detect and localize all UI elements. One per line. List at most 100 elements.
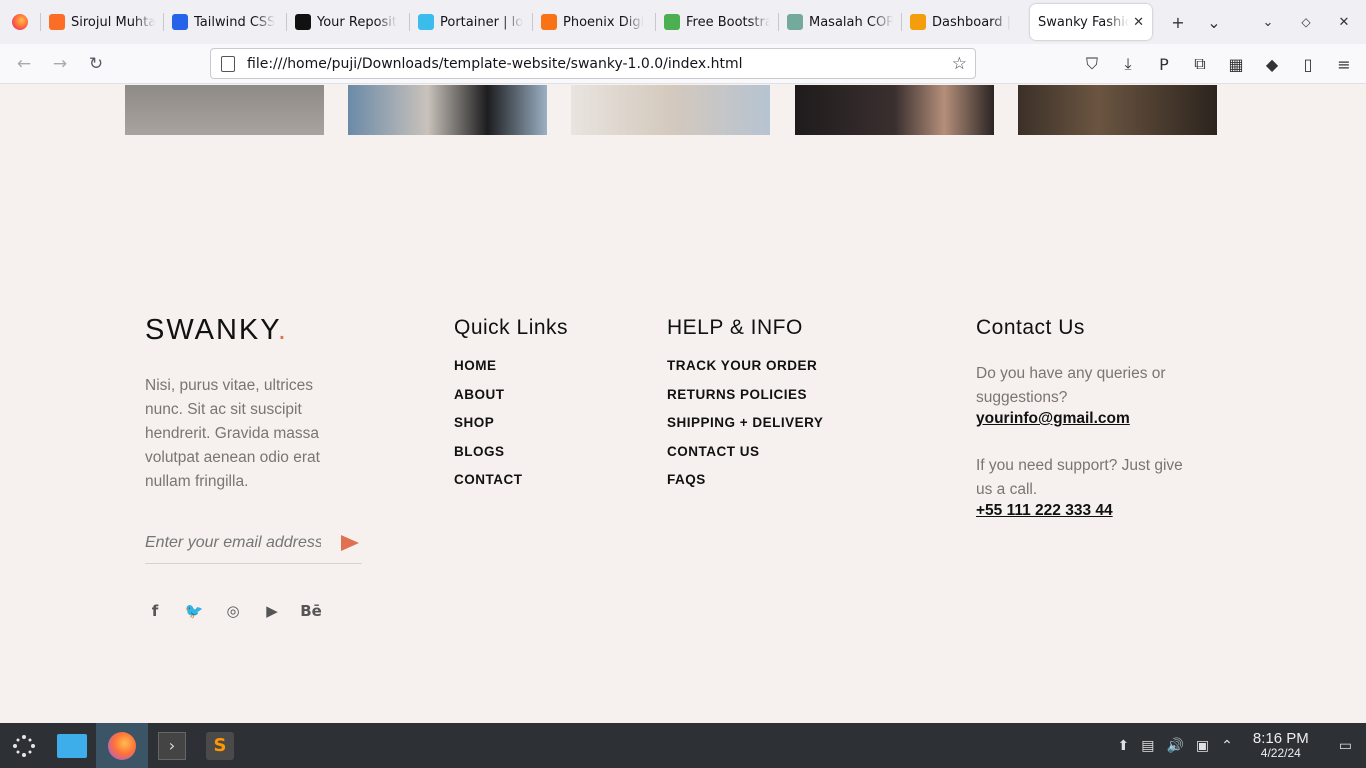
instagram-photo[interactable] xyxy=(125,85,324,135)
tab-list-button[interactable]: ⌄ xyxy=(1198,6,1230,38)
help-link-faqs[interactable]: FAQS xyxy=(667,472,823,501)
close-icon[interactable]: ✕ xyxy=(1129,15,1144,30)
firefox-task-button[interactable] xyxy=(96,723,148,768)
favicon-icon xyxy=(910,14,926,30)
reload-button[interactable]: ↻ xyxy=(78,48,114,80)
pocket-icon[interactable]: ⛉ xyxy=(1076,48,1108,80)
quick-link-home[interactable]: HOME xyxy=(454,358,523,387)
url-bar[interactable]: file:///home/puji/Downloads/template-web… xyxy=(210,48,976,79)
file-manager-button[interactable] xyxy=(48,723,96,768)
extensions-icon[interactable]: ⧉ xyxy=(1184,48,1216,80)
show-desktop-icon[interactable]: ▭ xyxy=(1339,738,1352,754)
tab-label: Free Bootstra xyxy=(686,14,770,30)
instagram-photo[interactable] xyxy=(571,85,770,135)
firefox-view-button[interactable] xyxy=(0,0,40,44)
profile-icon[interactable]: P xyxy=(1148,48,1180,80)
help-links-list: TRACK YOUR ORDER RETURNS POLICIES SHIPPING… xyxy=(667,358,823,501)
tab-label: Portainer | lo xyxy=(440,14,524,30)
quick-link-about[interactable]: ABOUT xyxy=(454,387,523,416)
launcher-icon xyxy=(13,734,35,757)
footer-logo[interactable]: SWANKY. xyxy=(145,314,288,347)
instagram-photo[interactable] xyxy=(795,85,994,135)
extension-icon[interactable]: ▦ xyxy=(1220,48,1252,80)
quick-links-title: Quick Links xyxy=(454,316,569,339)
help-info-title: HELP & INFO xyxy=(667,316,803,339)
newsletter-form xyxy=(145,522,362,564)
tray-expand-icon[interactable]: ⌃ xyxy=(1221,738,1233,754)
tab-label: Masalah COR xyxy=(809,14,893,30)
social-links: f 🐦 ◎ ▶ Bē xyxy=(145,601,322,621)
terminal-icon: › xyxy=(158,731,186,760)
tab[interactable]: Portainer | lo xyxy=(410,4,532,40)
contact-title: Contact Us xyxy=(976,316,1085,339)
maximize-icon[interactable]: ◇ xyxy=(1290,6,1322,38)
back-button[interactable]: ← xyxy=(6,48,42,80)
logo-dot: . xyxy=(277,314,288,346)
youtube-icon[interactable]: ▶ xyxy=(262,601,282,621)
toolbar-icons: ⛉ ⤓ P ⧉ ▦ ◆ ▯ ≡ xyxy=(1076,48,1360,80)
quick-link-shop[interactable]: SHOP xyxy=(454,415,523,444)
instagram-photo[interactable] xyxy=(348,85,547,135)
tab[interactable]: Phoenix Digi xyxy=(533,4,655,40)
contact-email-link[interactable]: yourinfo@gmail.com xyxy=(976,410,1130,428)
minimize-icon[interactable]: ⌄ xyxy=(1252,6,1284,38)
favicon-icon xyxy=(418,14,434,30)
downloads-icon[interactable]: ⤓ xyxy=(1112,48,1144,80)
close-window-icon[interactable]: ✕ xyxy=(1328,6,1360,38)
help-link-returns-policies[interactable]: RETURNS POLICIES xyxy=(667,387,823,416)
sidebar-icon[interactable]: ▯ xyxy=(1292,48,1324,80)
instagram-icon[interactable]: ◎ xyxy=(223,601,243,621)
favicon-icon xyxy=(295,14,311,30)
url-text: file:///home/puji/Downloads/template-web… xyxy=(247,55,743,72)
network-icon[interactable]: ▣ xyxy=(1196,738,1209,754)
tab-label: Phoenix Digi xyxy=(563,14,645,30)
contact-support-text: If you need support? Just give us a call… xyxy=(976,457,1183,498)
new-tab-button[interactable]: + xyxy=(1162,6,1194,38)
help-link-shipping-delivery[interactable]: SHIPPING + DELIVERY xyxy=(667,415,823,444)
favicon-icon xyxy=(541,14,557,30)
behance-icon[interactable]: Bē xyxy=(300,601,322,621)
email-input[interactable] xyxy=(145,533,321,552)
favicon-icon xyxy=(49,14,65,30)
help-link-contact-us[interactable]: CONTACT US xyxy=(667,444,823,473)
facebook-icon[interactable]: f xyxy=(145,601,165,621)
menu-icon[interactable]: ≡ xyxy=(1328,48,1360,80)
taskbar: › S ⬆ ▤ 🔊 ▣ ⌃ 8:16 PM 4/22/24 ▭ xyxy=(0,723,1366,768)
twitter-icon[interactable]: 🐦 xyxy=(184,601,204,621)
favicon-icon xyxy=(787,14,803,30)
volume-icon[interactable]: 🔊 xyxy=(1166,738,1183,754)
forward-button[interactable]: → xyxy=(42,48,78,80)
extension-icon[interactable]: ◆ xyxy=(1256,48,1288,80)
clipboard-icon[interactable]: ▤ xyxy=(1141,738,1154,754)
bookmark-star-icon[interactable]: ☆ xyxy=(952,54,967,74)
tab[interactable]: Free Bootstra xyxy=(656,4,778,40)
folder-icon xyxy=(57,733,87,758)
help-link-track-your-order[interactable]: TRACK YOUR ORDER xyxy=(667,358,823,387)
clock-time: 8:16 PM xyxy=(1252,729,1309,747)
tab-bar: Sirojul Muhta Tailwind CSS Your Reposit Por… xyxy=(0,0,1366,44)
app-launcher-button[interactable] xyxy=(0,723,48,768)
firefox-icon xyxy=(108,731,136,760)
tab[interactable]: Dashboard | xyxy=(902,4,1024,40)
nav-bar: ← → ↻ file:///home/puji/Downloads/templa… xyxy=(0,44,1366,84)
tab[interactable]: Masalah COR xyxy=(779,4,901,40)
tab[interactable]: Sirojul Muhta xyxy=(41,4,163,40)
instagram-photo[interactable] xyxy=(1018,85,1217,135)
tab[interactable]: Tailwind CSS xyxy=(164,4,286,40)
terminal-button[interactable]: › xyxy=(148,723,196,768)
sublime-button[interactable]: S xyxy=(196,723,244,768)
tab-active[interactable]: Swanky Fashio ✕ xyxy=(1030,4,1152,40)
contact-phone-link[interactable]: +55 111 222 333 44 xyxy=(976,502,1113,520)
favicon-icon xyxy=(172,14,188,30)
contact-queries-text: Do you have any queries or suggestions? xyxy=(976,365,1166,406)
tab-label: Dashboard | xyxy=(932,14,1012,30)
quick-link-contact[interactable]: CONTACT xyxy=(454,472,523,501)
updates-icon[interactable]: ⬆ xyxy=(1118,738,1130,754)
footer-about-text: Nisi, purus vitae, ultrices nunc. Sit ac… xyxy=(145,377,320,490)
quick-link-blogs[interactable]: BLOGS xyxy=(454,444,523,473)
page-content: SWANKY. Nisi, purus vitae, ultrices nunc… xyxy=(0,85,1366,723)
tab[interactable]: Your Reposit xyxy=(287,4,409,40)
send-icon[interactable] xyxy=(341,534,359,551)
system-tray: ⬆ ▤ 🔊 ▣ ⌃ 8:16 PM 4/22/24 ▭ xyxy=(1118,729,1366,760)
clock[interactable]: 8:16 PM 4/22/24 xyxy=(1252,729,1309,760)
